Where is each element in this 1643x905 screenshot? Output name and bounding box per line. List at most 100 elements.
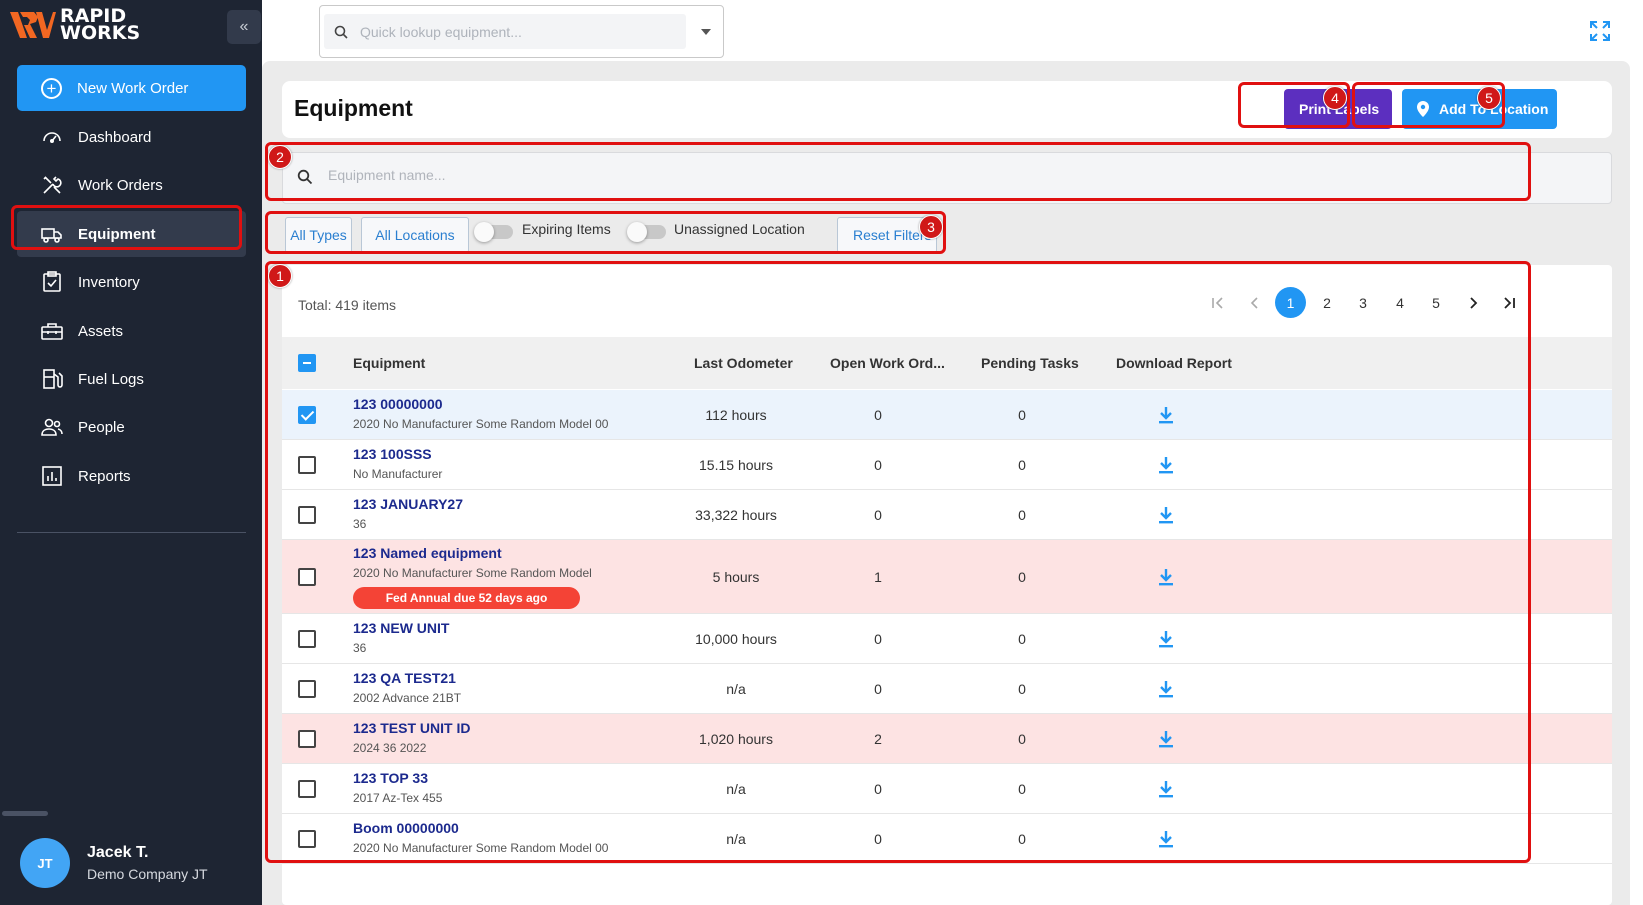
equipment-name-link[interactable]: 123 00000000	[353, 396, 443, 412]
equipment-subtitle: 2002 Advance 21BT	[353, 691, 462, 705]
search-icon	[297, 169, 313, 185]
sidebar: RAPID WORKS « + New Work Order Dashboard…	[0, 0, 262, 905]
equipment-name-link[interactable]: 123 NEW UNIT	[353, 620, 449, 636]
sidebar-item-dashboard[interactable]: Dashboard	[17, 114, 246, 160]
select-all-checkbox[interactable]	[298, 354, 316, 372]
new-work-order-button[interactable]: + New Work Order	[17, 65, 246, 111]
sidebar-item-people[interactable]: People	[17, 404, 246, 450]
search-icon	[334, 25, 348, 39]
equipment-name-link[interactable]: 123 JANUARY27	[353, 496, 463, 512]
download-icon[interactable]	[1158, 830, 1174, 848]
all-locations-filter[interactable]: All Locations	[361, 217, 469, 253]
sidebar-item-equipment[interactable]: Equipment	[17, 211, 246, 257]
first-page-icon[interactable]	[1207, 287, 1229, 318]
last-page-icon[interactable]	[1498, 287, 1520, 318]
collapse-sidebar-button[interactable]: «	[227, 10, 261, 44]
row-checkbox[interactable]	[298, 680, 316, 698]
sidebar-item-reports[interactable]: Reports	[17, 453, 246, 499]
all-types-filter[interactable]: All Types	[285, 217, 352, 253]
row-checkbox[interactable]	[298, 730, 316, 748]
sidebar-item-label: Assets	[78, 322, 124, 340]
download-icon[interactable]	[1158, 680, 1174, 698]
table-row[interactable]: 123 JANUARY27 36 33,322 hours 0 0	[282, 490, 1612, 540]
page-4-button[interactable]: 4	[1389, 287, 1411, 318]
pending-tasks-cell: 0	[1018, 507, 1026, 523]
total-count: Total: 419 items	[298, 297, 397, 313]
table-header: Equipment Last Odometer Open Work Ord...…	[282, 337, 1612, 389]
pending-tasks-cell: 0	[1018, 831, 1026, 847]
equipment-table: Total: 419 items 1 2 3 4 5 Equipment Las…	[282, 265, 1612, 905]
page-3-button[interactable]: 3	[1352, 287, 1374, 318]
equipment-name-link[interactable]: 123 QA TEST21	[353, 670, 456, 686]
column-header-download-report[interactable]: Download Report	[1116, 355, 1232, 371]
table-row[interactable]: 123 QA TEST21 2002 Advance 21BT n/a 0 0	[282, 664, 1612, 714]
download-icon[interactable]	[1158, 630, 1174, 648]
row-checkbox[interactable]	[298, 568, 316, 586]
download-icon[interactable]	[1158, 730, 1174, 748]
page-5-button[interactable]: 5	[1425, 287, 1447, 318]
equipment-name-link[interactable]: 123 100SSS	[353, 446, 432, 462]
last-odometer-cell: n/a	[726, 831, 746, 847]
equipment-subtitle: 36	[353, 641, 367, 655]
download-icon[interactable]	[1158, 506, 1174, 524]
column-header-open-work-orders[interactable]: Open Work Ord...	[830, 355, 945, 371]
row-checkbox[interactable]	[298, 780, 316, 798]
prev-page-icon[interactable]	[1244, 287, 1266, 318]
quick-lookup-input[interactable]	[360, 23, 660, 40]
row-checkbox[interactable]	[298, 630, 316, 648]
column-header-pending-tasks[interactable]: Pending Tasks	[981, 355, 1079, 371]
column-header-last-odometer[interactable]: Last Odometer	[694, 355, 793, 371]
row-checkbox[interactable]	[298, 506, 316, 524]
table-row[interactable]: 123 TEST UNIT ID 2024 36 2022 1,020 hours 2…	[282, 714, 1612, 764]
user-name: Jacek T.	[87, 844, 149, 861]
open-work-orders-cell: 0	[874, 457, 882, 473]
last-odometer-cell: 5 hours	[712, 569, 760, 585]
equipment-name-link[interactable]: 123 TOP 33	[353, 770, 428, 786]
equipment-name-link[interactable]: 123 TEST UNIT ID	[353, 720, 470, 736]
download-icon[interactable]	[1158, 456, 1174, 474]
unassigned-location-label: Unassigned Location	[674, 221, 805, 237]
row-checkbox[interactable]	[298, 406, 316, 424]
unassigned-location-toggle[interactable]	[627, 222, 666, 242]
avatar: JT	[20, 838, 70, 888]
download-icon[interactable]	[1158, 568, 1174, 586]
page-2-button[interactable]: 2	[1316, 287, 1338, 318]
column-header-equipment[interactable]: Equipment	[353, 355, 425, 371]
expiring-items-toggle[interactable]	[474, 222, 513, 242]
equipment-search-input[interactable]	[328, 167, 1528, 183]
user-company: Demo Company JT	[87, 866, 208, 882]
table-row[interactable]: Boom 00000000 2020 No Manufacturer Some R…	[282, 814, 1612, 864]
download-icon[interactable]	[1158, 780, 1174, 798]
sidebar-scrollbar[interactable]	[2, 811, 48, 816]
table-row[interactable]: 123 100SSS No Manufacturer 15.15 hours 0 0	[282, 440, 1612, 490]
row-checkbox[interactable]	[298, 830, 316, 848]
equipment-search[interactable]	[282, 152, 1612, 204]
sidebar-item-label: Inventory	[78, 273, 140, 291]
equipment-name-link[interactable]: 123 Named equipment	[353, 545, 502, 561]
rapidworks-logo[interactable]: RAPID WORKS	[10, 7, 140, 43]
quick-lookup-select[interactable]	[319, 5, 724, 58]
fullscreen-icon[interactable]	[1589, 20, 1611, 42]
sidebar-item-inventory[interactable]: Inventory	[17, 259, 246, 305]
download-icon[interactable]	[1158, 406, 1174, 424]
table-row[interactable]: 123 NEW UNIT 36 10,000 hours 0 0	[282, 614, 1612, 664]
row-checkbox[interactable]	[298, 456, 316, 474]
user-profile[interactable]: JT Jacek T. Demo Company JT	[20, 838, 208, 888]
people-icon	[41, 416, 63, 438]
chevron-down-icon[interactable]	[701, 29, 711, 35]
equipment-name-link[interactable]: Boom 00000000	[353, 820, 459, 836]
last-odometer-cell: n/a	[726, 781, 746, 797]
table-row[interactable]: 123 TOP 33 2017 Az-Tex 455 n/a 0 0	[282, 764, 1612, 814]
sidebar-item-fuel-logs[interactable]: Fuel Logs	[17, 356, 246, 402]
annotation-marker-1: 1	[268, 264, 292, 288]
next-page-icon[interactable]	[1462, 287, 1484, 318]
annotation-marker-5: 5	[1477, 86, 1501, 110]
sidebar-item-assets[interactable]: Assets	[17, 308, 246, 354]
table-row[interactable]: 123 00000000 2020 No Manufacturer Some Ra…	[282, 390, 1612, 440]
equipment-subtitle: 2020 No Manufacturer Some Random Model 0…	[353, 417, 609, 431]
annotation-marker-4: 4	[1323, 86, 1347, 110]
table-row[interactable]: 123 Named equipment 2020 No Manufacturer …	[282, 540, 1612, 614]
sidebar-item-work-orders[interactable]: Work Orders	[17, 162, 246, 208]
page-1-button[interactable]: 1	[1275, 287, 1306, 318]
pending-tasks-cell: 0	[1018, 457, 1026, 473]
